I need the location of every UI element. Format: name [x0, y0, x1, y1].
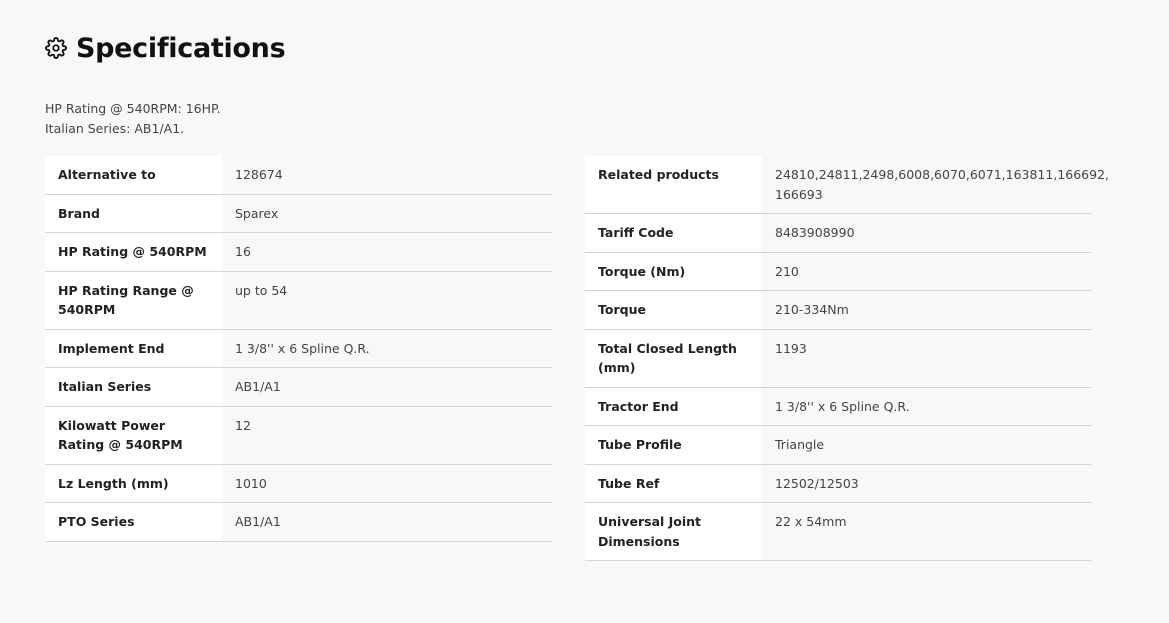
- spec-label: Related products: [585, 156, 762, 214]
- spec-row: Lz Length (mm) 1010: [45, 464, 552, 503]
- spec-label: PTO Series: [45, 502, 222, 541]
- spec-row: Torque (Nm) 210: [585, 252, 1092, 291]
- spec-row: Italian Series AB1/A1: [45, 367, 552, 406]
- spec-value: 12502/12503: [762, 464, 1092, 503]
- spec-row: Total Closed Length (mm) 1193: [585, 329, 1092, 387]
- spec-label: Total Closed Length (mm): [585, 329, 762, 387]
- spec-value: 210: [762, 252, 1092, 291]
- spec-value: up to 54: [222, 271, 552, 329]
- spec-label: Lz Length (mm): [45, 464, 222, 503]
- gear-icon: [45, 37, 67, 59]
- spec-label: Tractor End: [585, 387, 762, 426]
- spec-label: HP Rating @ 540RPM: [45, 232, 222, 271]
- spec-table-left: Alternative to 128674 Brand Sparex HP Rating…: [45, 156, 552, 542]
- spec-label: Tariff Code: [585, 213, 762, 252]
- spec-value: 128674: [222, 156, 552, 194]
- spec-row: Alternative to 128674: [45, 156, 552, 194]
- spec-row: Implement End 1 3/8'' x 6 Spline Q.R.: [45, 329, 552, 368]
- spec-row: Universal Joint Dimensions 22 x 54mm: [585, 502, 1092, 561]
- specifications-section: Specifications HP Rating @ 540RPM: 16HP.…: [0, 0, 1169, 623]
- summary-line-series: Italian Series: AB1/A1.: [45, 121, 185, 136]
- spec-row: Tube Profile Triangle: [585, 425, 1092, 464]
- spec-value: 8483908990: [762, 213, 1092, 252]
- spec-value: 1193: [762, 329, 1092, 387]
- spec-value: 1 3/8'' x 6 Spline Q.R.: [222, 329, 552, 368]
- spec-label: Italian Series: [45, 367, 222, 406]
- spec-value: Triangle: [762, 425, 1092, 464]
- spec-value: Sparex: [222, 194, 552, 233]
- spec-value: 1 3/8'' x 6 Spline Q.R.: [762, 387, 1092, 426]
- spec-row: Tube Ref 12502/12503: [585, 464, 1092, 503]
- section-header: Specifications: [45, 28, 286, 68]
- spec-row: Brand Sparex: [45, 194, 552, 233]
- spec-summary: HP Rating @ 540RPM: 16HP. Italian Series…: [45, 99, 221, 139]
- spec-row: Tariff Code 8483908990: [585, 213, 1092, 252]
- spec-label: Tube Ref: [585, 464, 762, 503]
- summary-line-hp: HP Rating @ 540RPM: 16HP.: [45, 101, 221, 116]
- spec-value: 1010: [222, 464, 552, 503]
- spec-value: 16: [222, 232, 552, 271]
- spec-label: Tube Profile: [585, 425, 762, 464]
- spec-label: HP Rating Range @ 540RPM: [45, 271, 222, 329]
- spec-row: Kilowatt Power Rating @ 540RPM 12: [45, 406, 552, 464]
- spec-row: Related products 24810,24811,2498,6008,60…: [585, 156, 1109, 214]
- spec-label: Torque: [585, 290, 762, 329]
- spec-label: Alternative to: [45, 156, 222, 194]
- spec-label: Universal Joint Dimensions: [585, 502, 762, 561]
- spec-label: Implement End: [45, 329, 222, 368]
- spec-row: Torque 210-334Nm: [585, 290, 1092, 329]
- spec-value: 24810,24811,2498,6008,6070,6071,163811,1…: [762, 156, 1109, 214]
- spec-label: Kilowatt Power Rating @ 540RPM: [45, 406, 222, 464]
- spec-value: 12: [222, 406, 552, 464]
- spec-value: AB1/A1: [222, 502, 552, 541]
- spec-value: 22 x 54mm: [762, 502, 1092, 561]
- spec-row: PTO Series AB1/A1: [45, 502, 552, 541]
- spec-value: AB1/A1: [222, 367, 552, 406]
- spec-label: Brand: [45, 194, 222, 233]
- page-title: Specifications: [76, 32, 286, 64]
- spec-row: HP Rating @ 540RPM 16: [45, 232, 552, 271]
- spec-row: Tractor End 1 3/8'' x 6 Spline Q.R.: [585, 387, 1092, 426]
- spec-table-right: Related products 24810,24811,2498,6008,60…: [585, 156, 1109, 561]
- spec-value: 210-334Nm: [762, 290, 1092, 329]
- spec-label: Torque (Nm): [585, 252, 762, 291]
- spec-row: HP Rating Range @ 540RPM up to 54: [45, 271, 552, 329]
